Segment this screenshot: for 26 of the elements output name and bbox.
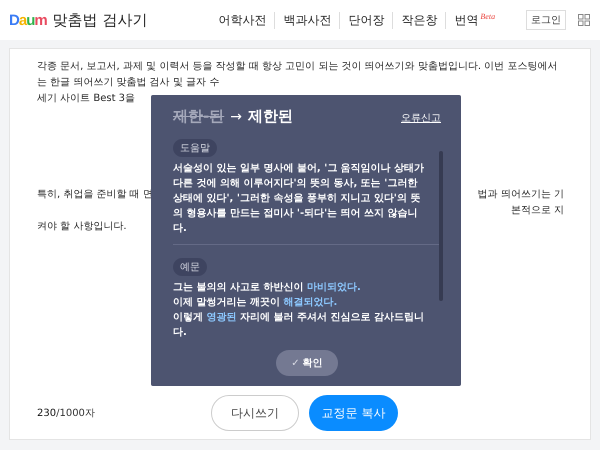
login-button[interactable]: 로그인: [526, 10, 566, 30]
app-grid-icon[interactable]: [578, 14, 590, 26]
nav-link[interactable]: 어학사전: [210, 12, 274, 28]
daum-logo[interactable]: Daum: [9, 12, 47, 28]
example-sentence: 그는 불의의 사고로 하반신이 마비되었다.: [173, 281, 362, 295]
section-tag: 도움말: [173, 139, 217, 157]
app-title: 맞춤법 검사기: [52, 10, 148, 30]
body-text: 켜야 할 사항입니다.: [37, 220, 127, 234]
body-text: 법과 띄어쓰기는 기본적으로 지: [476, 188, 564, 218]
confirm-button[interactable]: ✓ 확인: [276, 350, 338, 376]
section-tag: 예문: [173, 258, 207, 276]
body-text: 각종 문서, 보고서, 과제 및 이력서 등을 작성할 때 항상 고민이 되는 것이 띄어쓰기와 맞춤법입니다. 이번 포스팅에서는 한글 띄어쓰기 맞춤법 검사 및 글자 수: [37, 60, 558, 90]
body-text: 세기 사이트 Best 3을: [37, 92, 136, 106]
nav-link[interactable]: 단어장: [339, 12, 392, 28]
original-word: 제한-된: [173, 107, 224, 126]
rewrite-button[interactable]: 다시쓰기: [211, 395, 299, 431]
nav-link[interactable]: 작은창: [392, 12, 446, 28]
corrected-word: 제한된: [248, 107, 293, 126]
arrow-text: →: [230, 109, 242, 125]
example-sentence: 이제 말썽거리는 깨끗이 해결되었다.: [173, 296, 338, 310]
help-text: 서술성이 있는 일부 명사에 붙어, '그 움직임이나 상태가 다른 것에 의해 이루어지다'의 뜻의 동사, 또는 '그러한 상태에 있다', '그러한 속성을 풍부히 지니고 있다'의 뜻의 형용사를 만드는 접미사 '-되다'는 띄어 쓰지 않습니다.: [173, 162, 426, 236]
example-sentence: 이렇게 영광된 자리에 불러 주셔서 진심으로 감사드립니다.: [173, 311, 425, 340]
report-error-link[interactable]: 오류신고: [401, 111, 441, 125]
check-icon: ✓: [291, 358, 300, 368]
character-counter: 230/1000자: [37, 407, 96, 420]
nav-link[interactable]: 백과사전: [274, 12, 340, 28]
